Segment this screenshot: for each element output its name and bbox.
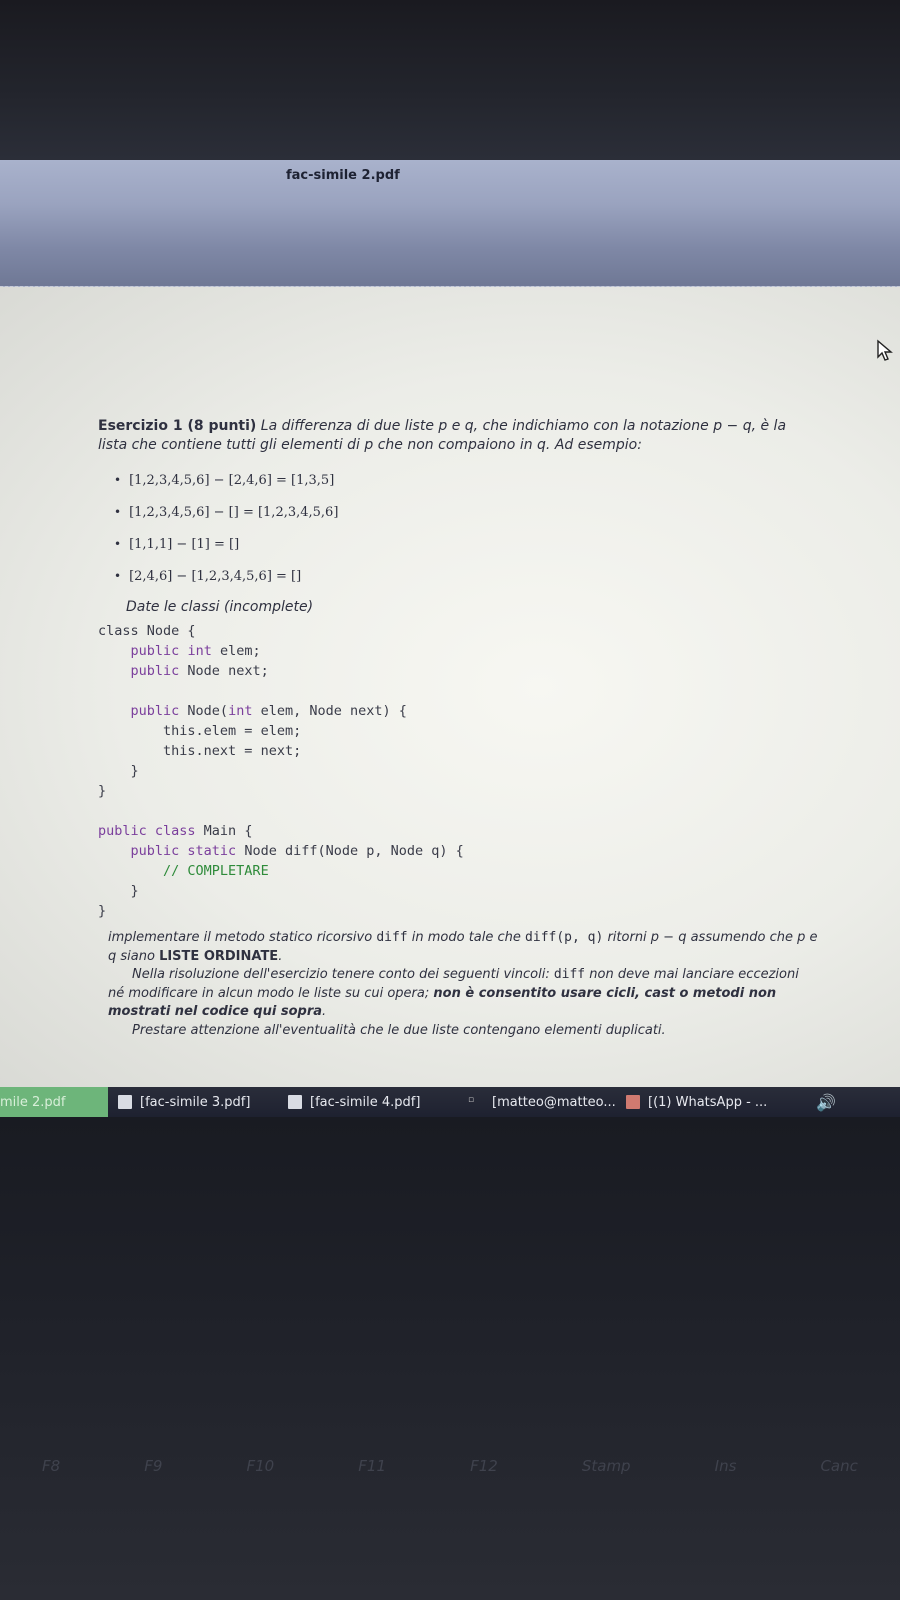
emphasis-text: LISTE ORDINATE [159, 948, 279, 964]
instruction-text: in modo tale che [407, 930, 526, 945]
code-text: Node diff(Node p, Node q) { [236, 843, 464, 859]
code-text: elem; [211, 643, 261, 659]
key-label: F8 [42, 1457, 61, 1475]
taskbar-item-label: [fac-simile 4.pdf] [310, 1094, 421, 1110]
code-keyword: int [187, 643, 212, 659]
code-keyword: public [130, 663, 180, 679]
instruction-paragraph: Prestare attenzione all'eventualità che … [132, 1022, 666, 1038]
instruction-text: . [278, 948, 283, 964]
code-keyword: public static [130, 843, 237, 859]
inline-code: diff [553, 967, 586, 982]
example-item: [1,1,1] − [1] = [] [114, 533, 818, 565]
laptop-keyboard: F8 F9 F10 F11 F12 Stamp Ins Canc [0, 1117, 900, 1600]
taskbar-item-fac-simile-3[interactable]: [fac-simile 3.pdf] [108, 1087, 278, 1117]
code-keyword: public [130, 703, 180, 719]
function-key-row: F8 F9 F10 F11 F12 Stamp Ins Canc [0, 1457, 900, 1475]
inline-code: diff [376, 930, 408, 945]
instruction-text: Nella risoluzione dell'esercizio tenere … [132, 967, 554, 982]
whatsapp-icon [626, 1095, 640, 1109]
taskbar-item-whatsapp[interactable]: [(1) WhatsApp - ... [616, 1087, 804, 1117]
code-keyword: public [130, 643, 180, 659]
examples-list: [1,2,3,4,5,6] − [2,4,6] = [1,3,5] [1,2,3… [98, 469, 818, 597]
code-line: } [130, 763, 139, 779]
code-text: Node( [179, 703, 229, 719]
taskbar: mile 2.pdf [fac-simile 3.pdf] [fac-simil… [0, 1087, 900, 1117]
key-label: F12 [470, 1457, 498, 1475]
code-line: this.next = next; [163, 743, 302, 759]
key-label: Stamp [581, 1457, 631, 1475]
code-line: this.elem = elem; [163, 723, 302, 739]
code-line: } [130, 883, 139, 899]
key-label: F10 [246, 1457, 275, 1475]
example-item: [2,4,6] − [1,2,3,4,5,6] = [] [114, 565, 818, 597]
exercise-intro: Esercizio 1 (8 punti) La differenza di d… [98, 417, 818, 455]
given-classes-label: Date le classi (incomplete) [126, 599, 314, 615]
code-line: } [98, 903, 107, 919]
code-line: class Node { [98, 623, 196, 639]
code-keyword: public class [98, 823, 196, 839]
instruction-paragraph: implementare il metodo statico ricorsivo… [108, 929, 818, 966]
code-text: elem, Node next) { [252, 703, 407, 719]
instruction-text: . [322, 1004, 327, 1019]
taskbar-item-label: [(1) WhatsApp - ... [648, 1094, 768, 1110]
taskbar-item-fac-simile-4[interactable]: [fac-simile 4.pdf] [278, 1087, 448, 1117]
instruction-paragraph: Nella risoluzione dell'esercizio tenere … [108, 966, 818, 1022]
taskbar-item-terminal[interactable]: ▫ [matteo@matteo... [448, 1087, 616, 1117]
document-icon [118, 1095, 132, 1109]
screen-bezel [0, 0, 900, 160]
code-line: } [98, 783, 107, 799]
code-text: Main { [195, 823, 253, 839]
document-icon [288, 1095, 302, 1109]
terminal-icon: ▫ [468, 1095, 475, 1105]
key-label: F9 [144, 1457, 163, 1475]
window-titlebar[interactable]: fac-simile 2.pdf [0, 160, 900, 287]
code-comment: // COMPLETARE [163, 863, 269, 879]
key-label: F11 [358, 1457, 386, 1475]
key-label: Ins [714, 1457, 737, 1475]
taskbar-item-fac-simile-2[interactable]: mile 2.pdf [0, 1087, 108, 1117]
inline-code: diff(p, q) [525, 930, 604, 945]
taskbar-item-label: [matteo@matteo... [492, 1094, 616, 1110]
speaker-icon[interactable]: 🔊 [816, 1093, 836, 1112]
code-text: Node next; [179, 663, 269, 679]
example-item: [1,2,3,4,5,6] − [] = [1,2,3,4,5,6] [114, 501, 818, 533]
key-label: Canc [820, 1457, 858, 1475]
pdf-page[interactable]: Esercizio 1 (8 punti) La differenza di d… [0, 287, 900, 1087]
code-block: class Node { public int elem; public Nod… [98, 621, 818, 921]
exercise-heading: Esercizio 1 (8 punti) [98, 418, 257, 434]
window-title: fac-simile 2.pdf [286, 168, 400, 183]
exercise-document: Esercizio 1 (8 punti) La differenza di d… [98, 417, 818, 1040]
instruction-text: implementare il metodo statico ricorsivo [108, 930, 377, 945]
exercise-instructions: implementare il metodo statico ricorsivo… [108, 929, 818, 1040]
example-item: [1,2,3,4,5,6] − [2,4,6] = [1,3,5] [114, 469, 818, 501]
taskbar-item-label: [fac-simile 3.pdf] [140, 1094, 251, 1110]
code-keyword: int [228, 703, 253, 719]
mouse-cursor-icon [877, 339, 893, 361]
taskbar-item-label: mile 2.pdf [0, 1094, 66, 1110]
